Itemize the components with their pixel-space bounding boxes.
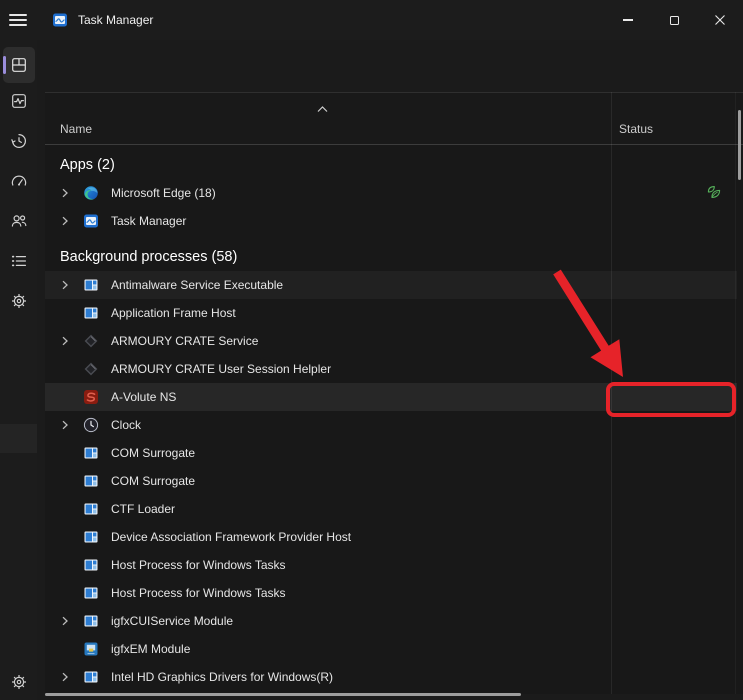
process-row[interactable]: Antimalware Service Executable — [45, 271, 737, 299]
navigation-menu-icon[interactable] — [9, 11, 29, 29]
process-row[interactable]: igfxCUIService Module — [45, 607, 737, 635]
process-row[interactable]: CTF Loader — [45, 495, 737, 523]
process-name: ARMOURY CRATE User Session Helpler — [111, 362, 331, 376]
column-header-name[interactable]: Name — [60, 122, 92, 136]
process-row[interactable]: COM Surrogate — [45, 439, 737, 467]
process-name: Device Association Framework Provider Ho… — [111, 530, 351, 544]
exe-icon — [83, 277, 99, 293]
process-name: ARMOURY CRATE Service — [111, 334, 258, 348]
startup-gauge-icon — [10, 172, 28, 190]
armoury-icon — [83, 361, 99, 377]
process-row[interactable]: ARMOURY CRATE User Session Helpler — [45, 355, 737, 383]
minimize-button[interactable] — [605, 0, 651, 40]
sidebar-row-glow — [0, 424, 37, 453]
users-icon — [10, 212, 28, 230]
process-row[interactable]: Device Association Framework Provider Ho… — [45, 523, 737, 551]
expand-chevron-icon[interactable] — [59, 188, 71, 198]
process-name: COM Surrogate — [111, 474, 195, 488]
column-header-status[interactable]: Status — [619, 122, 653, 136]
sort-ascending-caret-icon — [317, 100, 328, 118]
sidebar-item-services[interactable] — [3, 283, 35, 319]
process-name: A-Volute NS — [111, 390, 176, 404]
process-row[interactable]: A-Volute NS — [45, 383, 737, 411]
process-name: Microsoft Edge (18) — [111, 186, 216, 200]
process-name: Antimalware Service Executable — [111, 278, 283, 292]
expand-chevron-icon[interactable] — [59, 616, 71, 626]
process-name: Host Process for Windows Tasks — [111, 586, 286, 600]
close-button[interactable] — [697, 0, 743, 40]
process-name: igfxEM Module — [111, 642, 190, 656]
status-column-end-divider — [735, 92, 736, 694]
task-manager-app-icon — [52, 12, 68, 28]
services-gear-icon — [10, 292, 28, 310]
process-row[interactable]: igfxEM Module — [45, 635, 737, 663]
sidebar-item-performance[interactable] — [3, 83, 35, 119]
exe-icon — [83, 613, 99, 629]
exe-icon — [83, 669, 99, 685]
window-title: Task Manager — [78, 0, 153, 40]
sidebar-item-users[interactable] — [3, 203, 35, 239]
clock-icon — [83, 417, 99, 433]
process-name: Host Process for Windows Tasks — [111, 558, 286, 572]
process-name: Application Frame Host — [111, 306, 236, 320]
process-name: CTF Loader — [111, 502, 175, 516]
sidebar-item-settings[interactable] — [3, 664, 35, 700]
process-row[interactable]: Host Process for Windows Tasks — [45, 551, 737, 579]
process-group-header[interactable]: Background processes (58) — [45, 243, 743, 271]
process-name: Task Manager — [111, 214, 186, 228]
column-divider[interactable] — [611, 92, 612, 694]
process-row[interactable]: COM Surrogate — [45, 467, 737, 495]
details-list-icon — [10, 252, 28, 270]
table-header: Name Status — [45, 92, 743, 145]
processes-grid-icon — [10, 56, 28, 74]
process-name: igfxCUIService Module — [111, 614, 233, 628]
expand-chevron-icon[interactable] — [59, 216, 71, 226]
sidebar-item-details[interactable] — [3, 243, 35, 279]
exe-icon — [83, 529, 99, 545]
task-manager-window: Task Manager — [0, 0, 743, 700]
exe-icon — [83, 557, 99, 573]
process-name: Clock — [111, 418, 141, 432]
avolute-icon — [83, 389, 99, 405]
efficiency-mode-status-leaf-icon — [705, 184, 723, 202]
armoury-icon — [83, 333, 99, 349]
horizontal-scrollbar-thumb[interactable] — [45, 693, 521, 696]
taskmgr-icon — [83, 213, 99, 229]
igfx-icon — [83, 641, 99, 657]
performance-pulse-icon — [10, 92, 28, 110]
process-row[interactable]: Microsoft Edge (18) — [45, 179, 737, 207]
title-bar: Task Manager — [0, 0, 743, 40]
sidebar-item-processes[interactable] — [3, 47, 35, 83]
process-row[interactable]: Clock — [45, 411, 737, 439]
process-row[interactable]: Intel HD Graphics Drivers for Windows(R) — [45, 663, 737, 691]
exe-icon — [83, 585, 99, 601]
vertical-scrollbar-thumb[interactable] — [738, 110, 741, 180]
exe-icon — [83, 445, 99, 461]
process-list: Apps (2) Microsoft Edge (18) Task Manager B… — [45, 145, 743, 694]
exe-icon — [83, 473, 99, 489]
expand-chevron-icon[interactable] — [59, 672, 71, 682]
sidebar — [0, 40, 37, 700]
process-row[interactable]: Host Process for Windows Tasks — [45, 579, 737, 607]
process-row[interactable]: ARMOURY CRATE Service — [45, 327, 737, 355]
process-row[interactable]: Task Manager — [45, 207, 737, 235]
main-content: Processes Run new task End task Efficien… — [37, 40, 743, 700]
edge-icon — [83, 185, 99, 201]
maximize-button[interactable] — [651, 0, 697, 40]
expand-chevron-icon[interactable] — [59, 280, 71, 290]
process-name: COM Surrogate — [111, 446, 195, 460]
selected-accent-bar — [3, 56, 6, 74]
sidebar-item-app-history[interactable] — [3, 123, 35, 159]
history-clock-icon — [10, 132, 28, 150]
process-group-header[interactable]: Apps (2) — [45, 151, 743, 179]
process-row[interactable]: Application Frame Host — [45, 299, 737, 327]
expand-chevron-icon[interactable] — [59, 336, 71, 346]
settings-gear-icon — [10, 673, 28, 691]
process-name: Intel HD Graphics Drivers for Windows(R) — [111, 670, 333, 684]
sidebar-item-startup-apps[interactable] — [3, 163, 35, 199]
exe-icon — [83, 501, 99, 517]
expand-chevron-icon[interactable] — [59, 420, 71, 430]
exe-icon — [83, 305, 99, 321]
